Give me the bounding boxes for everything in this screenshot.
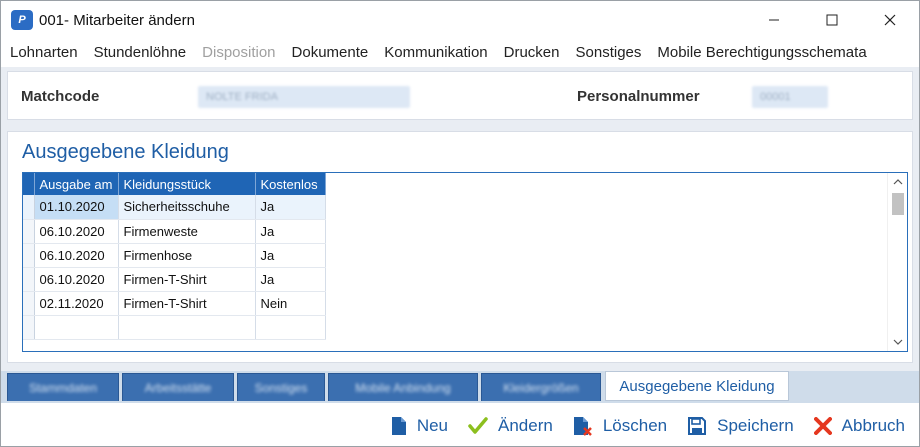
delete-document-icon	[573, 417, 592, 436]
row-header-corner	[23, 173, 35, 195]
employee-header-panel: Matchcode NOLTE FRIDA Personalnummer 000…	[7, 71, 913, 120]
cell-kleidungsstueck[interactable]: Firmenhose	[118, 243, 256, 268]
table-header-row: Ausgabe am Kleidungsstück Kostenlos	[23, 173, 326, 195]
row-selector[interactable]	[23, 219, 35, 244]
tab-label: Mobile Anbindung	[355, 380, 451, 395]
cell-ausgabe-am[interactable]: 06.10.2020	[34, 243, 119, 268]
minimize-button[interactable]	[745, 1, 803, 39]
menu-item-mobile-berechtigungsschemata[interactable]: Mobile Berechtigungsschemata	[657, 44, 866, 61]
tab-arbeitsstaette[interactable]: Arbeitsstätte	[122, 373, 234, 401]
cell-kleidungsstueck[interactable]: Firmenweste	[118, 219, 256, 244]
column-header-kleidungsstueck[interactable]: Kleidungsstück	[118, 173, 256, 195]
menu-bar: Lohnarten Stundenlöhne Disposition Dokum…	[1, 39, 919, 65]
cell-ausgabe-am[interactable]: 02.11.2020	[34, 291, 119, 316]
menu-item-dokumente[interactable]: Dokumente	[292, 44, 369, 61]
window-title: 001- Mitarbeiter ändern	[39, 11, 195, 29]
tab-kleidergroessen[interactable]: Kleidergrößen	[481, 373, 601, 401]
new-document-icon	[391, 417, 406, 435]
employee-edit-window: P 001- Mitarbeiter ändern Lohnarten Stun…	[0, 0, 920, 447]
vertical-scrollbar[interactable]	[887, 173, 907, 351]
table-row[interactable]: 06.10.2020 Firmen-T-Shirt Ja	[23, 267, 326, 292]
close-icon	[884, 14, 896, 26]
cancel-button-label: Abbruch	[841, 416, 905, 435]
cell-kostenlos[interactable]: Nein	[255, 291, 326, 316]
scroll-down-button[interactable]	[888, 333, 908, 351]
cell-kostenlos[interactable]: Ja	[255, 267, 326, 292]
minimize-icon	[769, 19, 779, 21]
maximize-icon	[826, 14, 838, 26]
row-selector[interactable]	[23, 243, 35, 268]
cell-kostenlos[interactable]: Ja	[255, 219, 326, 244]
clothing-table: Ausgabe am Kleidungsstück Kostenlos 01.1…	[23, 173, 326, 340]
clothing-panel: Ausgegebene Kleidung Ausgabe am Kleidung…	[7, 131, 913, 363]
row-selector[interactable]	[23, 291, 35, 316]
table-row-new[interactable]	[23, 315, 326, 340]
chevron-down-icon	[893, 339, 903, 345]
cell-kleidungsstueck[interactable]	[118, 315, 256, 340]
new-button-label: Neu	[416, 416, 448, 435]
cell-ausgabe-am[interactable]: 06.10.2020	[34, 219, 119, 244]
tab-label: Arbeitsstätte	[144, 380, 212, 395]
title-bar: P 001- Mitarbeiter ändern	[1, 1, 919, 39]
tab-sonstiges[interactable]: Sonstiges	[237, 373, 325, 401]
menu-item-stundenloehne[interactable]: Stundenlöhne	[94, 44, 187, 61]
menu-item-lohnarten[interactable]: Lohnarten	[10, 44, 78, 61]
matchcode-label: Matchcode	[21, 88, 100, 105]
tab-mobile-anbindung[interactable]: Mobile Anbindung	[328, 373, 478, 401]
tab-stammdaten[interactable]: Stammdaten	[7, 373, 119, 401]
cell-kostenlos[interactable]	[255, 315, 326, 340]
table-row[interactable]: 06.10.2020 Firmenweste Ja	[23, 219, 326, 244]
table-row[interactable]: 02.11.2020 Firmen-T-Shirt Nein	[23, 291, 326, 316]
checkmark-icon	[468, 417, 488, 434]
floppy-disk-icon	[688, 417, 707, 435]
row-selector[interactable]	[23, 267, 35, 292]
edit-button-label: Ändern	[498, 416, 553, 435]
close-button[interactable]	[861, 1, 919, 39]
tab-label: Stammdaten	[28, 380, 98, 395]
menu-item-drucken[interactable]: Drucken	[504, 44, 560, 61]
cell-kostenlos[interactable]: Ja	[255, 243, 326, 268]
scroll-thumb[interactable]	[892, 193, 904, 215]
new-button[interactable]: Neu	[391, 416, 448, 436]
section-title: Ausgegebene Kleidung	[22, 141, 229, 163]
matchcode-field[interactable]: NOLTE FRIDA	[198, 86, 410, 108]
edit-button[interactable]: Ändern	[468, 416, 553, 436]
delete-button-label: Löschen	[602, 416, 668, 435]
save-button[interactable]: Speichern	[687, 416, 794, 436]
app-logo-icon: P	[11, 10, 33, 30]
tab-bar: Stammdaten Arbeitsstätte Sonstiges Mobil…	[1, 371, 919, 403]
clothing-grid[interactable]: Ausgabe am Kleidungsstück Kostenlos 01.1…	[22, 172, 908, 352]
action-toolbar: Neu Ändern Löschen Speichern Abbruch	[1, 405, 919, 447]
chevron-up-icon	[893, 179, 903, 185]
window-controls	[745, 1, 919, 39]
scroll-up-button[interactable]	[888, 173, 908, 191]
cell-ausgabe-am[interactable]: 06.10.2020	[34, 267, 119, 292]
menu-item-sonstiges[interactable]: Sonstiges	[576, 44, 642, 61]
cancel-button[interactable]: Abbruch	[813, 416, 905, 436]
table-row[interactable]: 06.10.2020 Firmenhose Ja	[23, 243, 326, 268]
cell-kostenlos[interactable]: Ja	[255, 195, 326, 220]
menu-item-disposition: Disposition	[202, 43, 276, 61]
content-area: Matchcode NOLTE FRIDA Personalnummer 000…	[1, 67, 919, 371]
row-selector[interactable]	[23, 315, 35, 340]
tab-label: Kleidergrößen	[503, 380, 579, 395]
cell-ausgabe-am[interactable]: 01.10.2020	[34, 195, 119, 220]
cell-ausgabe-am[interactable]	[34, 315, 119, 340]
cell-kleidungsstueck[interactable]: Firmen-T-Shirt	[118, 291, 256, 316]
column-header-ausgabe-am[interactable]: Ausgabe am	[34, 173, 119, 195]
cell-kleidungsstueck[interactable]: Sicherheitsschuhe	[118, 195, 256, 220]
tab-ausgegebene-kleidung[interactable]: Ausgegebene Kleidung	[605, 371, 789, 401]
personalnummer-label: Personalnummer	[577, 88, 700, 105]
table-row[interactable]: 01.10.2020 Sicherheitsschuhe Ja	[23, 195, 326, 220]
tab-label: Sonstiges	[254, 380, 308, 395]
personalnummer-field[interactable]: 00001	[752, 86, 828, 108]
save-button-label: Speichern	[717, 416, 794, 435]
menu-item-kommunikation[interactable]: Kommunikation	[384, 44, 487, 61]
maximize-button[interactable]	[803, 1, 861, 39]
cell-kleidungsstueck[interactable]: Firmen-T-Shirt	[118, 267, 256, 292]
delete-button[interactable]: Löschen	[573, 416, 667, 436]
column-header-kostenlos[interactable]: Kostenlos	[255, 173, 326, 195]
cancel-x-icon	[813, 417, 832, 435]
row-selector[interactable]	[23, 195, 35, 220]
